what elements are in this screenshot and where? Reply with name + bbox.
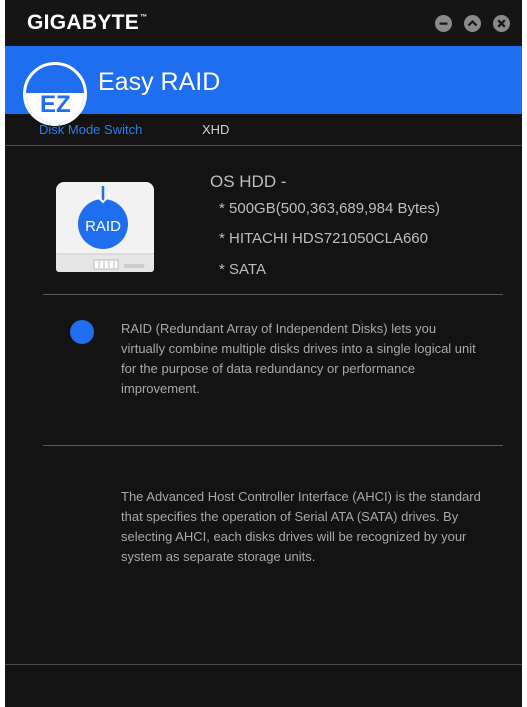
raid-mode-radio[interactable] xyxy=(70,320,94,344)
easy-raid-window: GIGABYTE™ EZ Easy RAID Disk Mode Switch … xyxy=(5,0,522,707)
trademark-mark: ™ xyxy=(140,14,148,21)
collapse-button[interactable] xyxy=(464,15,481,32)
tab-bar: Disk Mode Switch XHD xyxy=(5,114,522,146)
close-button[interactable] xyxy=(493,15,510,32)
title-bar: GIGABYTE™ xyxy=(5,0,522,46)
x-circle-icon xyxy=(497,19,506,28)
disk-capacity: * 500GB(500,363,689,984 Bytes) xyxy=(219,200,440,217)
footer-divider xyxy=(5,664,522,665)
disk-model: * HITACHI HDS721050CLA660 xyxy=(219,230,428,247)
disk-interface: * SATA xyxy=(219,261,266,278)
minus-circle-icon xyxy=(439,22,448,25)
tab-disk-mode-switch[interactable]: Disk Mode Switch xyxy=(39,122,142,137)
app-title: Easy RAID xyxy=(98,68,221,96)
raid-disk-icon: RAID xyxy=(56,182,154,272)
disk-title: OS HDD - xyxy=(210,172,287,191)
raid-icon-label: RAID xyxy=(85,218,121,235)
brand-name: GIGABYTE xyxy=(27,11,140,34)
ahci-description: The Advanced Host Controller Interface (… xyxy=(121,489,481,564)
chevron-up-circle-icon xyxy=(467,19,478,27)
tab-xhd[interactable]: XHD xyxy=(202,122,229,137)
divider xyxy=(43,445,503,446)
raid-description: RAID (Redundant Array of Independent Dis… xyxy=(121,321,476,396)
brand-logo: GIGABYTE™ xyxy=(27,11,147,35)
minimize-button[interactable] xyxy=(435,15,452,32)
divider xyxy=(43,294,503,295)
app-header: EZ Easy RAID xyxy=(5,46,522,126)
